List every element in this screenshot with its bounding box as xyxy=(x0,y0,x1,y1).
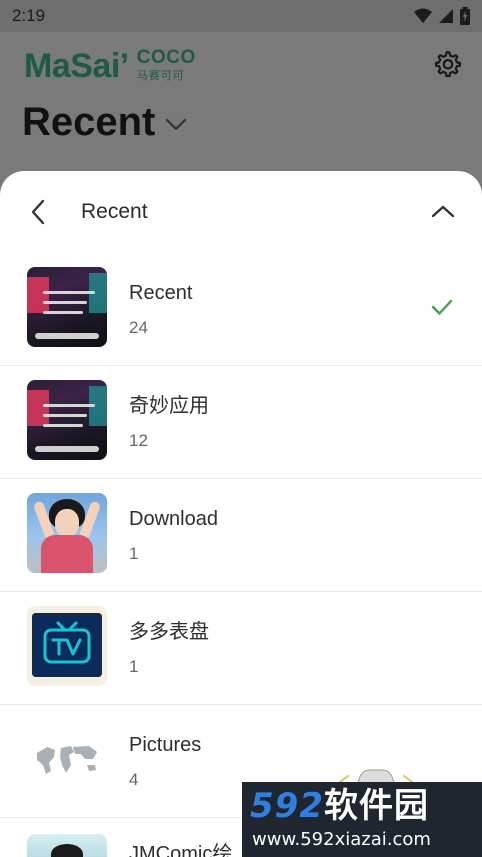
album-name: 奇妙应用 xyxy=(129,395,209,417)
signal-icon xyxy=(439,9,453,23)
album-name: Download xyxy=(129,508,218,530)
settings-button[interactable] xyxy=(432,49,462,79)
chevron-up-icon xyxy=(431,205,455,218)
tv-logo-icon xyxy=(43,621,91,664)
album-count: 1 xyxy=(129,544,139,563)
page-title: Recent xyxy=(22,100,156,144)
logo-coco: COCO xyxy=(136,47,196,68)
album-thumbnail xyxy=(27,606,107,686)
watermark-brand: 592软件园 xyxy=(250,786,429,826)
album-name: 多多表盘 xyxy=(129,621,209,643)
logo-chinese: 马赛可可 xyxy=(136,69,185,82)
sheet-header: Recent xyxy=(0,171,482,253)
logo-side: COCO 马赛可可 xyxy=(137,46,196,81)
logo-text: MaSai’ xyxy=(24,47,129,85)
album-thumbnail xyxy=(27,267,107,347)
check-icon xyxy=(431,299,453,315)
album-thumbnail xyxy=(27,719,107,799)
status-icons xyxy=(414,7,470,25)
album-thumbnail xyxy=(27,834,107,857)
app-header: MaSai’ COCO 马赛可可 Recent xyxy=(0,32,482,174)
watermark-brand-text: 软件园 xyxy=(323,786,429,826)
chevron-down-icon xyxy=(166,118,187,131)
album-row-qimiao[interactable]: 奇妙应用 12 xyxy=(0,366,482,479)
album-name[interactable]: JMComic绘 xyxy=(129,840,232,857)
gear-icon xyxy=(434,50,462,78)
album-thumbnail xyxy=(27,493,107,573)
app-logo: MaSai’ COCO 马赛可可 xyxy=(24,46,196,86)
album-list: Recent 24 奇妙应用 12 Download 1 多多表盘 1 Pict… xyxy=(0,253,482,818)
album-count: 24 xyxy=(129,318,148,337)
chevron-left-icon xyxy=(31,199,45,225)
album-row-recent[interactable]: Recent 24 xyxy=(0,253,482,366)
album-picker-sheet: Recent Recent 24 奇妙应用 12 Download 1 多多表盘… xyxy=(0,171,482,857)
album-row-download[interactable]: Download 1 xyxy=(0,479,482,592)
page-title-dropdown[interactable]: Recent xyxy=(22,98,187,146)
world-map-icon xyxy=(37,746,97,774)
album-count: 4 xyxy=(129,770,139,789)
watermark-brand-number: 592 xyxy=(250,786,324,826)
status-time: 2:19 xyxy=(12,6,46,25)
watermark-url: www.592xiazai.com xyxy=(252,829,431,850)
collapse-button[interactable] xyxy=(428,197,458,227)
sheet-title: Recent xyxy=(81,200,148,223)
album-name: Recent xyxy=(129,282,193,304)
wifi-icon xyxy=(414,8,432,23)
album-row-duoduo[interactable]: 多多表盘 1 xyxy=(0,592,482,705)
album-count: 1 xyxy=(129,657,139,676)
back-button[interactable] xyxy=(24,197,54,227)
battery-charging-icon xyxy=(460,7,470,25)
status-bar: 2:19 xyxy=(0,0,482,32)
album-thumbnail xyxy=(27,380,107,460)
album-count: 12 xyxy=(129,431,148,450)
watermark: 592软件园 www.592xiazai.com xyxy=(242,782,482,857)
album-name: Pictures xyxy=(129,734,202,756)
